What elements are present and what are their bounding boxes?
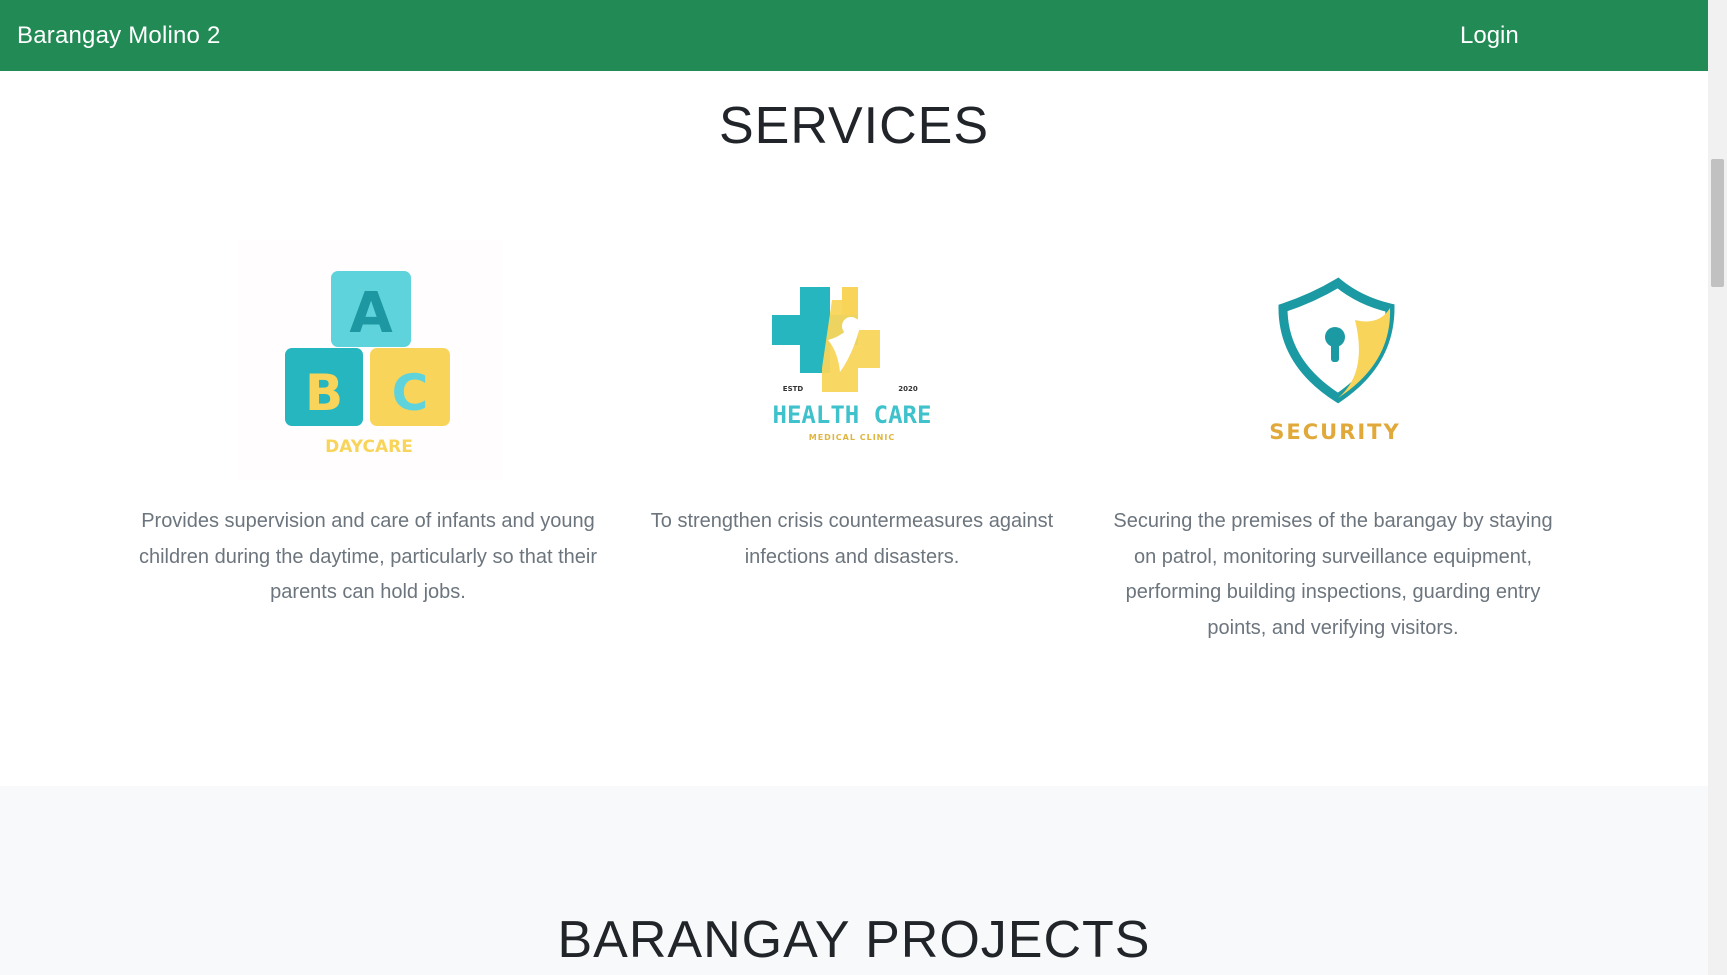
security-logo: SECURITY [1269,277,1400,444]
navbar: Barangay Molino 2 Login [0,0,1708,71]
projects-title: BARANGAY PROJECTS [557,911,1151,969]
health-year-text: 2020 [898,385,918,393]
scrollbar-thumb[interactable] [1711,159,1724,287]
service-text-daycare: Provides supervision and care of infants… [138,510,597,603]
block-letter-b: B [305,364,343,422]
health-care-logo-text: HEALTH CARE [773,401,932,429]
health-estd-text: ESTD [783,385,804,393]
block-letter-a: A [349,281,393,346]
brand-link[interactable]: Barangay Molino 2 [17,22,221,50]
health-care-logo: ESTD 2020 HEALTH CARE MEDICAL CLINIC [772,287,932,442]
scrollbar[interactable] [1708,0,1727,975]
health-care-logo-subtext: MEDICAL CLINIC [809,433,895,442]
daycare-logo: A B C DAYCARE [238,240,503,480]
service-text-security: Securing the premises of the barangay by… [1113,510,1553,639]
login-link[interactable]: Login [1460,22,1519,50]
services-title: SERVICES [718,97,990,155]
security-logo-text: SECURITY [1269,420,1400,444]
block-letter-c: C [392,364,429,422]
daycare-logo-text: DAYCARE [325,437,413,457]
service-text-health: To strengthen crisis countermeasures aga… [650,510,1054,568]
